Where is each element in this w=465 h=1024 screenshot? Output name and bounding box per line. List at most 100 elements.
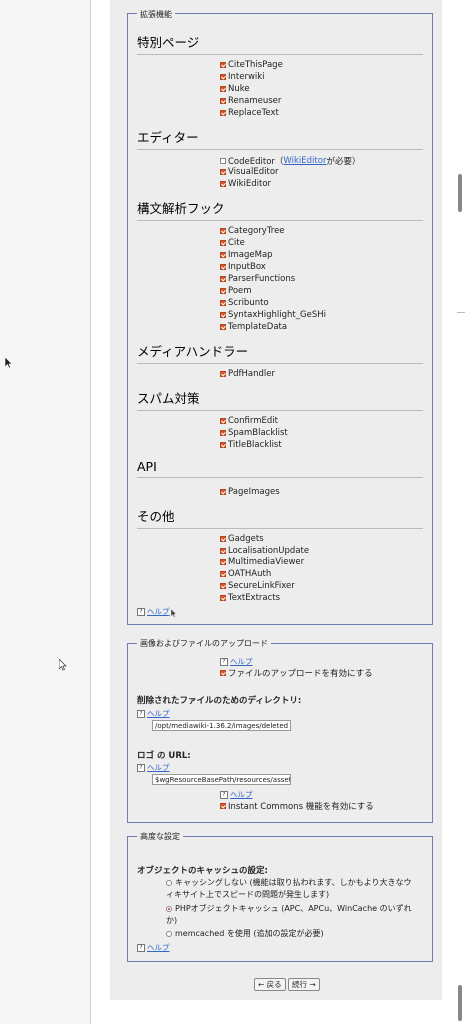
radio-unselected-icon[interactable] xyxy=(166,879,172,886)
checkbox-checked-icon[interactable] xyxy=(220,489,226,495)
checkbox-visualeditor[interactable]: VisualEditor xyxy=(220,167,279,177)
checkbox-checked-icon[interactable] xyxy=(220,300,226,306)
upload-legend: 画像およびファイルのアップロード xyxy=(137,638,271,649)
checkbox-checked-icon[interactable] xyxy=(220,228,226,234)
checkbox-checked-icon[interactable] xyxy=(220,371,226,377)
section-title-editor: エディター xyxy=(137,127,423,150)
checkbox-instant-commons[interactable]: Instant Commons 機能を有効にする xyxy=(220,800,374,812)
checkbox-checked-icon[interactable] xyxy=(220,62,226,68)
checkbox-templatedata[interactable]: TemplateData xyxy=(220,322,287,332)
checkbox-checked-icon[interactable] xyxy=(220,276,226,282)
radio-no-cache[interactable]: キャッシングしない (機能は取り払われます、しかもより大きなウィキサイト上でスピ… xyxy=(166,877,416,901)
checkbox-checked-icon[interactable] xyxy=(220,559,226,565)
checkbox-nuke[interactable]: Nuke xyxy=(220,84,250,94)
deleted-dir-help[interactable]: ? ヘルプ xyxy=(137,708,170,719)
deleted-dir-label: 削除されたファイルのためのディレクトリ: xyxy=(137,696,302,706)
mouse-pointer-outline-icon xyxy=(59,659,67,671)
scrollbar[interactable] xyxy=(455,0,465,1024)
checkbox-pdfhandler[interactable]: PdfHandler xyxy=(220,369,275,379)
checkbox-cite[interactable]: Cite xyxy=(220,238,245,248)
back-button[interactable]: ← 戻る xyxy=(254,978,286,991)
checkbox-spamblacklist[interactable]: SpamBlacklist xyxy=(220,428,288,438)
checkbox-inputbox[interactable]: InputBox xyxy=(220,262,266,272)
checkbox-checked-icon[interactable] xyxy=(220,252,226,258)
scrollbar-thumb-lower[interactable] xyxy=(458,985,462,1021)
checkbox-poem[interactable]: Poem xyxy=(220,286,252,296)
checkbox-checked-icon[interactable] xyxy=(220,442,226,448)
extensions-legend: 拡張機能 xyxy=(137,9,175,20)
checkbox-parserfunctions[interactable]: ParserFunctions xyxy=(220,274,295,284)
section-title-media: メディアハンドラー xyxy=(137,341,423,364)
radio-php-cache[interactable]: PHPオブジェクトキャッシュ (APC、APCu、WinCache のいずれか) xyxy=(166,903,416,927)
checkbox-citethispage[interactable]: CiteThisPage xyxy=(220,60,283,70)
checkbox-checked-icon[interactable] xyxy=(220,583,226,589)
left-pane xyxy=(0,0,90,1024)
checkbox-checked-icon[interactable] xyxy=(220,169,226,175)
help-icon: ? xyxy=(137,763,145,772)
checkbox-interwiki[interactable]: Interwiki xyxy=(220,72,265,82)
help-icon: ? xyxy=(137,943,145,952)
checkbox-enable-upload[interactable]: ファイルのアップロードを有効にする xyxy=(220,667,373,679)
wikieditor-link[interactable]: WikiEditor xyxy=(283,156,326,166)
scrollbar-thumb[interactable] xyxy=(458,174,462,212)
checkbox-unchecked-icon[interactable] xyxy=(220,158,226,164)
instant-commons-help[interactable]: ? ヘルプ xyxy=(220,789,253,800)
checkbox-checked-icon[interactable] xyxy=(220,571,226,577)
checkbox-checked-icon[interactable] xyxy=(220,288,226,294)
checkbox-renameuser[interactable]: Renameuser xyxy=(220,96,281,106)
section-title-spam: スパム対策 xyxy=(137,388,423,411)
checkbox-titleblacklist[interactable]: TitleBlacklist xyxy=(220,440,282,450)
checkbox-securelinkfixer[interactable]: SecureLinkFixer xyxy=(220,581,295,591)
checkbox-checked-icon[interactable] xyxy=(220,324,226,330)
checkbox-checked-icon[interactable] xyxy=(220,98,226,104)
checkbox-checked-icon[interactable] xyxy=(220,670,226,676)
checkbox-pageimages[interactable]: PageImages xyxy=(220,487,280,497)
checkbox-syntaxhighlight[interactable]: SyntaxHighlight_GeSHi xyxy=(220,310,326,320)
help-icon: ? xyxy=(137,607,145,616)
checkbox-codeeditor[interactable]: CodeEditor（ WikiEditor が必要） xyxy=(220,155,360,167)
extensions-help[interactable]: ? ヘルプ xyxy=(137,606,170,617)
checkbox-oathauth[interactable]: OATHAuth xyxy=(220,569,271,579)
logo-url-input[interactable]: $wgResourceBasePath/resources/assets/wik… xyxy=(152,774,291,785)
checkbox-checked-icon[interactable] xyxy=(220,595,226,601)
checkbox-scribunto[interactable]: Scribunto xyxy=(220,298,269,308)
cache-settings-label: オブジェクトのキャッシュの設定: xyxy=(137,866,268,876)
checkbox-checked-icon[interactable] xyxy=(220,803,226,809)
checkbox-categorytree[interactable]: CategoryTree xyxy=(220,226,285,236)
mouse-pointer-icon xyxy=(5,357,13,369)
checkbox-multimediaviewer[interactable]: MultimediaViewer xyxy=(220,557,304,567)
checkbox-checked-icon[interactable] xyxy=(220,548,226,554)
checkbox-checked-icon[interactable] xyxy=(220,86,226,92)
section-title-other: その他 xyxy=(137,506,423,529)
advanced-help[interactable]: ? ヘルプ xyxy=(137,942,170,953)
checkbox-checked-icon[interactable] xyxy=(220,181,226,187)
radio-memcached[interactable]: memcached を使用 (追加の設定が必要) xyxy=(166,928,416,940)
section-title-parser: 構文解析フック xyxy=(137,198,423,221)
checkbox-checked-icon[interactable] xyxy=(220,240,226,246)
checkbox-checked-icon[interactable] xyxy=(220,74,226,80)
checkbox-gadgets[interactable]: Gadgets xyxy=(220,534,264,544)
checkbox-checked-icon[interactable] xyxy=(220,418,226,424)
deleted-dir-input[interactable]: /opt/mediawiki-1.36.2/images/deleted xyxy=(152,720,291,731)
checkbox-checked-icon[interactable] xyxy=(220,264,226,270)
radio-unselected-icon[interactable] xyxy=(166,930,172,937)
logo-help[interactable]: ? ヘルプ xyxy=(137,762,170,773)
checkbox-checked-icon[interactable] xyxy=(220,312,226,318)
checkbox-checked-icon[interactable] xyxy=(220,110,226,116)
radio-selected-icon[interactable] xyxy=(166,905,172,912)
checkbox-confirmedit[interactable]: ConfirmEdit xyxy=(220,416,278,426)
checkbox-wikieditor[interactable]: WikiEditor xyxy=(220,179,271,189)
checkbox-textextracts[interactable]: TextExtracts xyxy=(220,593,280,603)
checkbox-replacetext[interactable]: ReplaceText xyxy=(220,108,279,118)
advanced-legend: 高度な設定 xyxy=(137,831,183,842)
logo-url-label: ロゴ の URL: xyxy=(137,751,191,761)
checkbox-imagemap[interactable]: ImageMap xyxy=(220,250,273,260)
checkbox-checked-icon[interactable] xyxy=(220,430,226,436)
checkbox-localisationupdate[interactable]: LocalisationUpdate xyxy=(220,546,309,556)
checkbox-checked-icon[interactable] xyxy=(220,536,226,542)
continue-button[interactable]: 続行 → xyxy=(288,978,320,991)
upload-help[interactable]: ? ヘルプ xyxy=(220,656,253,667)
scrollbar-divider xyxy=(457,312,465,313)
section-title-api: API xyxy=(137,459,423,478)
help-icon: ? xyxy=(220,657,228,666)
